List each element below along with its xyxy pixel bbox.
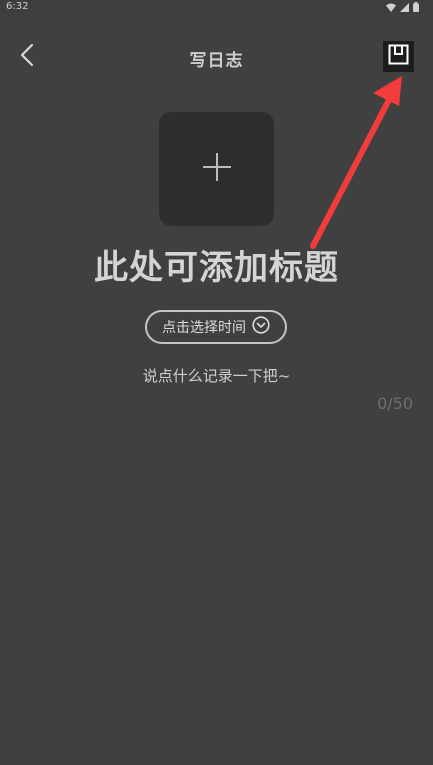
plus-icon xyxy=(201,151,233,187)
content-input[interactable]: 说点什么记录一下把~ xyxy=(0,365,433,386)
signal-icon xyxy=(400,2,409,12)
save-button[interactable] xyxy=(383,41,414,72)
title-input[interactable]: 此处可添加标题 xyxy=(0,240,433,289)
status-icons xyxy=(386,2,419,12)
time-select-button[interactable]: 点击选择时间 xyxy=(145,310,287,344)
chevron-down-circle-icon xyxy=(252,316,270,338)
status-bar: 6:32 xyxy=(0,0,433,14)
time-select-label: 点击选择时间 xyxy=(162,320,246,336)
add-cover-button[interactable] xyxy=(159,112,274,226)
save-icon xyxy=(388,44,409,69)
wifi-icon xyxy=(386,3,396,12)
battery-icon xyxy=(413,2,419,12)
screen: 6:32 写日志 此处可添加标题 点击选择时间 说点什么记录一下把~ 0/50 xyxy=(0,0,433,765)
char-count: 0/50 xyxy=(377,394,413,413)
page-title: 写日志 xyxy=(189,51,244,71)
status-time: 6:32 xyxy=(6,1,29,12)
